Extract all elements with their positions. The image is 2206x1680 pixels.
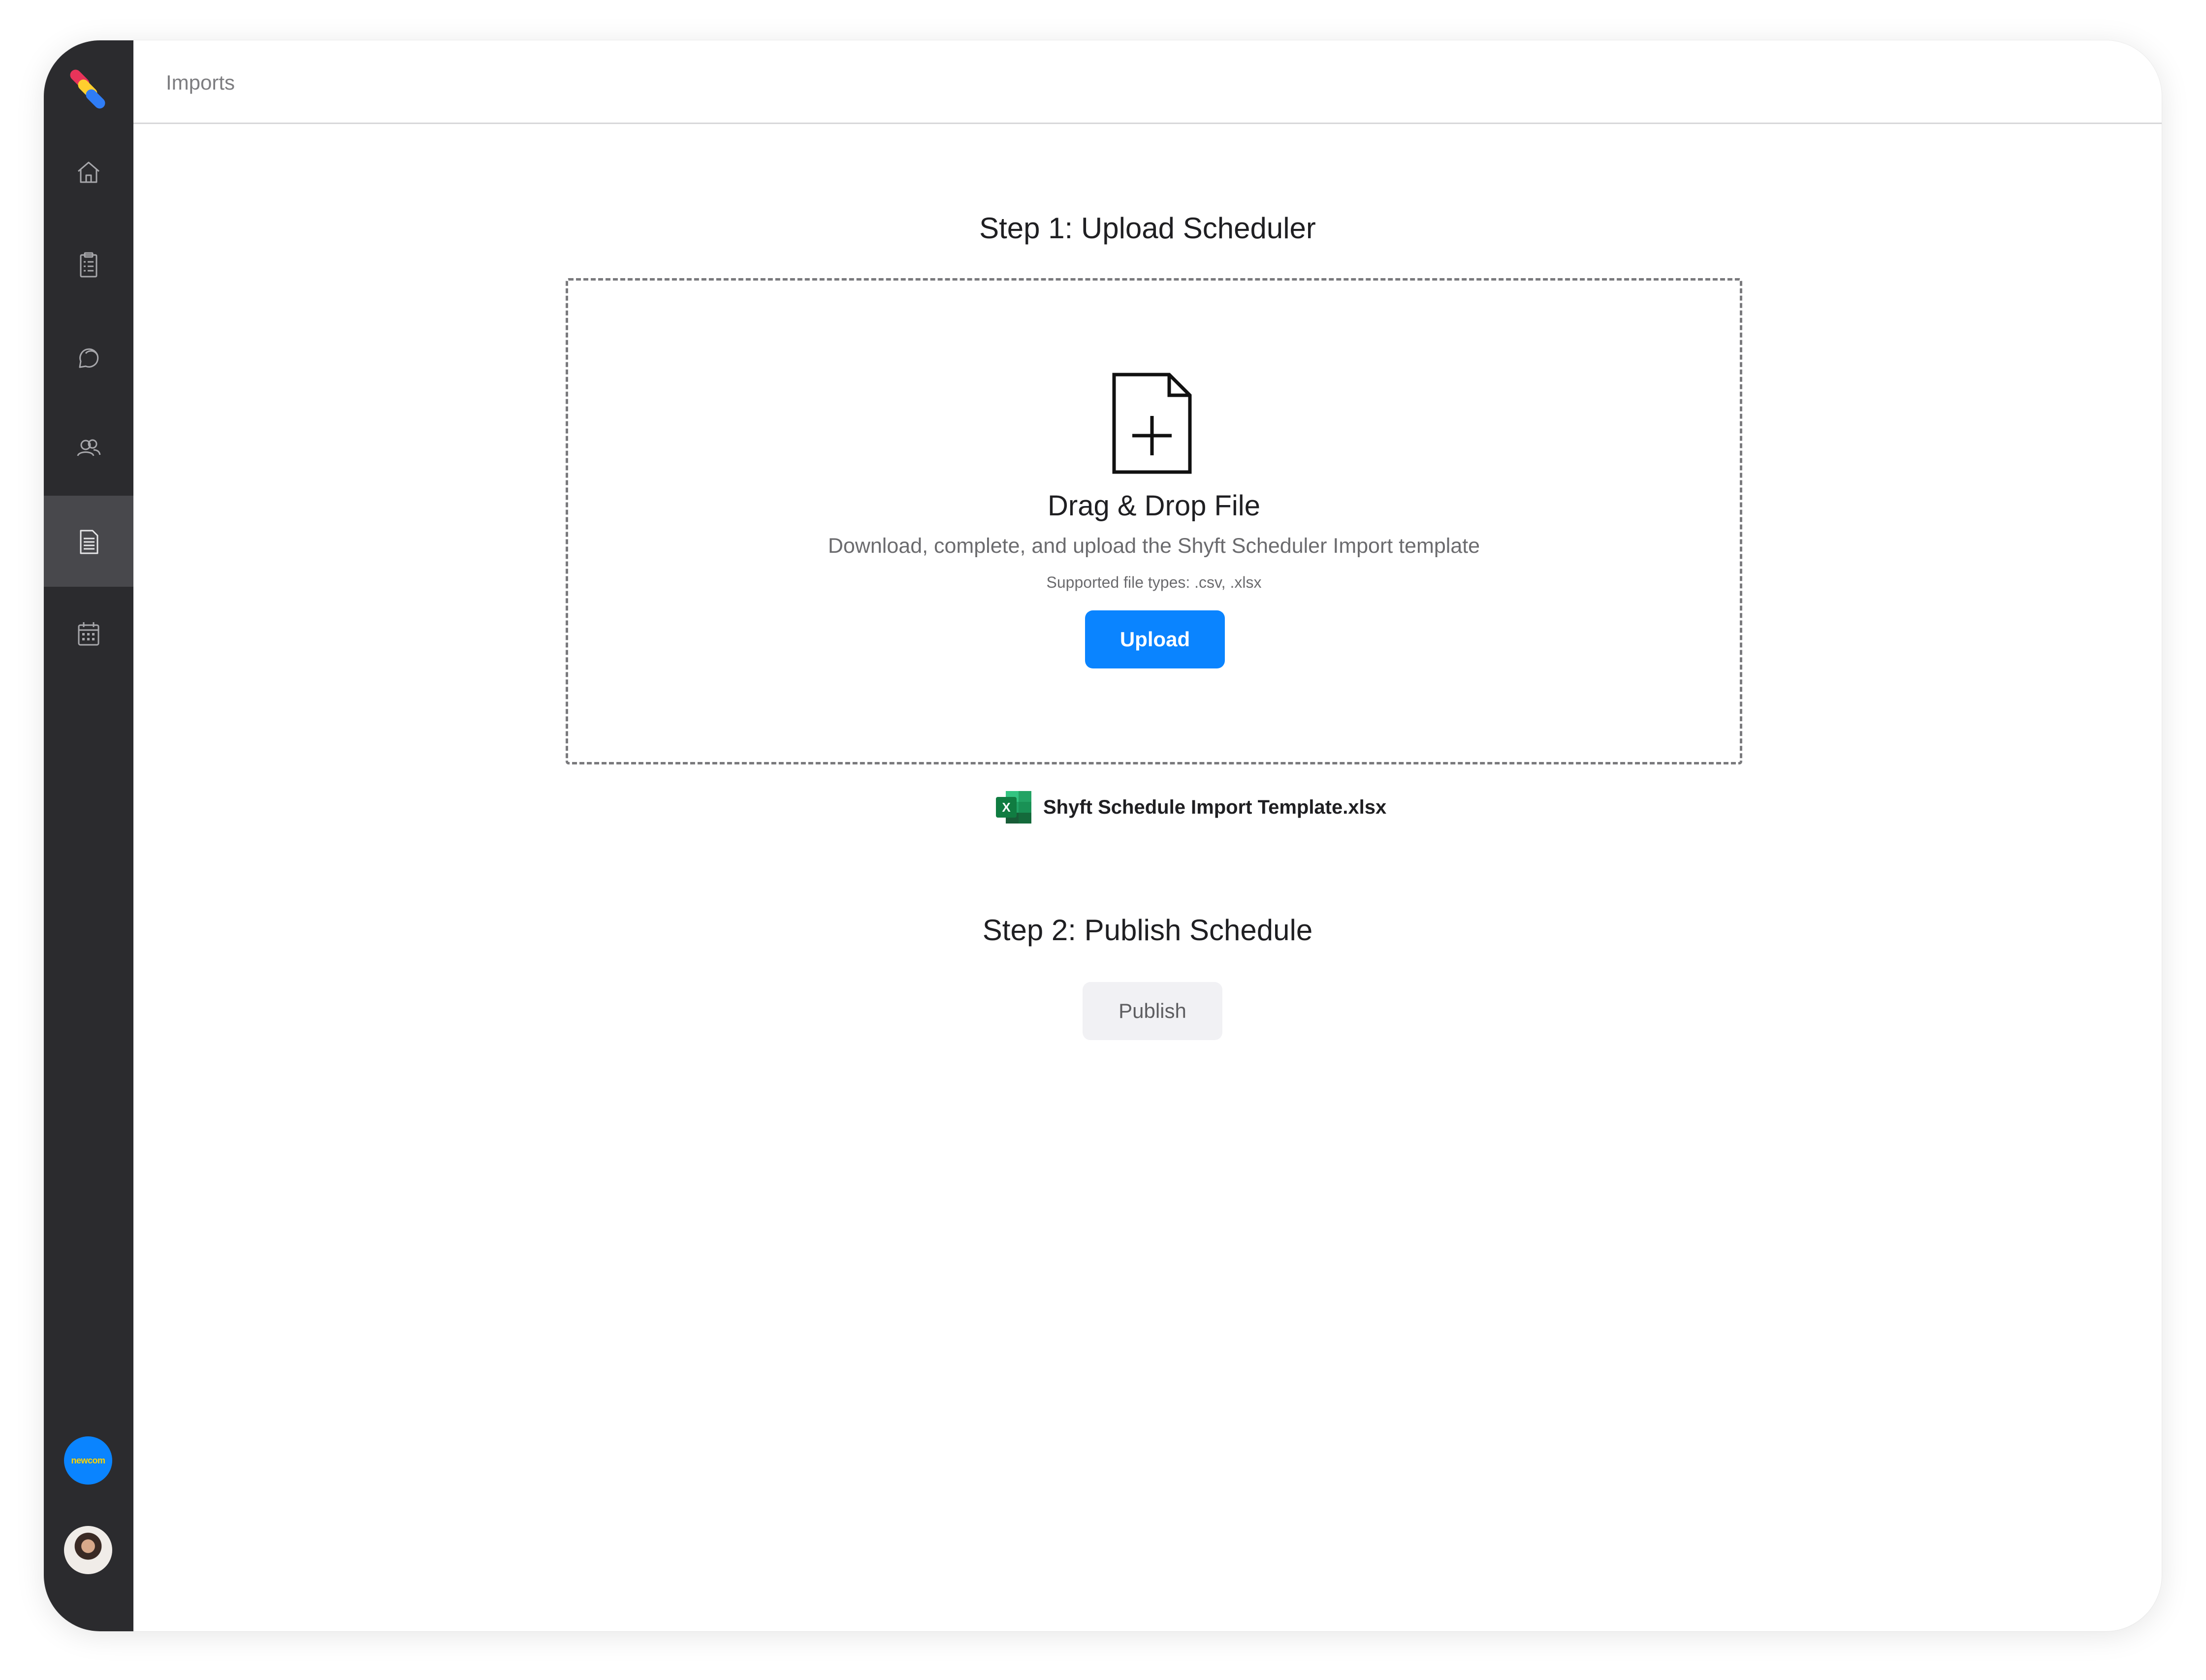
users-icon	[77, 439, 101, 456]
drop-title: Drag & Drop File	[1048, 490, 1260, 522]
app-logo	[70, 69, 105, 109]
publish-button[interactable]: Publish	[1083, 982, 1222, 1040]
template-file-name: Shyft Schedule Import Template.xlsx	[1043, 796, 1387, 818]
clipboard-icon	[80, 252, 97, 277]
sidebar-item-team[interactable]	[44, 402, 133, 493]
step2-title: Step 2: Publish Schedule	[982, 914, 1313, 947]
sidebar-item-imports[interactable]	[44, 496, 133, 587]
template-download-link[interactable]: X Shyft Schedule Import Template.xlsx	[995, 788, 1386, 827]
file-add-icon	[1112, 373, 1192, 474]
drop-description: Download, complete, and upload the Shyft…	[828, 534, 1480, 558]
supported-file-types: Supported file types: .csv, .xlsx	[1046, 573, 1262, 591]
sidebar-item-chat[interactable]	[44, 312, 133, 403]
svg-text:X: X	[1002, 800, 1011, 815]
calendar-icon	[78, 622, 99, 645]
sidebar-item-tasks[interactable]	[44, 219, 133, 310]
document-icon	[80, 530, 98, 554]
breadcrumb: Imports	[166, 71, 235, 94]
file-dropzone[interactable]: Drag & Drop File Download, complete, and…	[566, 278, 1742, 764]
step1-title: Step 1: Upload Scheduler	[979, 212, 1316, 245]
app-window: newcom Imports Step 1: Upload Scheduler …	[44, 40, 2162, 1631]
excel-file-icon: X	[996, 791, 1031, 824]
sidebar-item-home[interactable]	[44, 127, 133, 218]
org-badge[interactable]: newcom	[64, 1436, 112, 1485]
home-icon	[78, 161, 99, 183]
upload-button[interactable]: Upload	[1085, 610, 1225, 668]
sidebar-item-calendar[interactable]	[44, 588, 133, 679]
avatar[interactable]	[64, 1526, 112, 1574]
main-content: Step 1: Upload Scheduler Drag & Drop Fil…	[133, 126, 2162, 1631]
sidebar: newcom	[44, 40, 133, 1631]
header: Imports	[133, 40, 2162, 124]
chat-icon	[79, 348, 99, 368]
